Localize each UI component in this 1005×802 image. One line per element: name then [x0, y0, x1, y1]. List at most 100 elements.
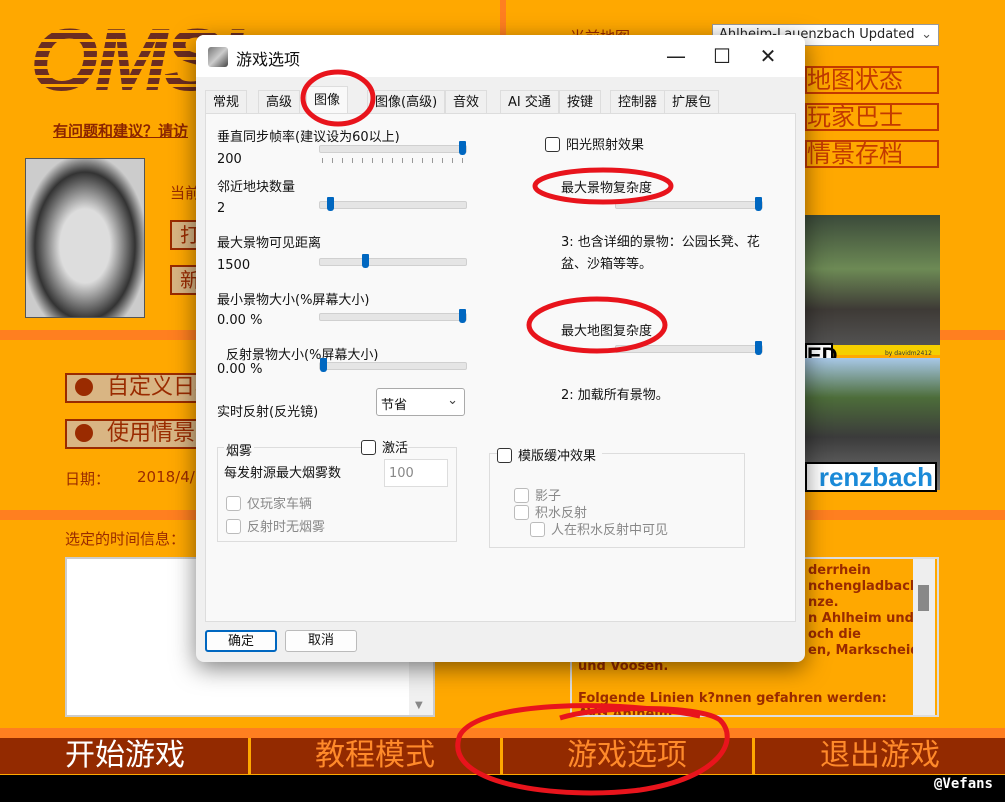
exit-game-button[interactable]: 退出游戏: [755, 738, 1005, 774]
select-value: 节省: [381, 398, 408, 413]
custom-date-option[interactable]: 自定义日期: [65, 373, 205, 403]
screenshot-text: renzbach: [805, 462, 937, 492]
object-complexity-slider[interactable]: [615, 197, 763, 211]
map-complexity-description: 2: 加载所有景物。: [561, 388, 669, 403]
option-label: 自定义日期: [107, 375, 203, 400]
reflection-size-slider[interactable]: [319, 358, 467, 372]
date-label: 日期：: [65, 470, 111, 488]
game-options-dialog: 游戏选项 — ☐ ✕ 常规 高级 图像 图像(高级) 音效 AI 交通 按键 控…: [196, 35, 805, 662]
slider-thumb[interactable]: [459, 141, 466, 155]
slider-ticks: [322, 158, 467, 163]
view-distance-label: 最大景物可见距离: [217, 236, 322, 251]
slider-thumb[interactable]: [755, 197, 762, 211]
object-complexity-description: 3: 也含详细的景物：公园长凳、花盆、沙箱等等。: [561, 235, 760, 272]
tiles-slider[interactable]: [319, 197, 467, 211]
chevron-down-icon: ⌄: [447, 393, 458, 408]
tab-addons[interactable]: 扩展包: [664, 90, 720, 113]
view-distance-slider[interactable]: [319, 254, 467, 268]
vsync-value: 200: [217, 152, 242, 167]
radio-icon: [75, 378, 93, 396]
tiles-label: 邻近地块数量: [217, 180, 296, 195]
checkbox-icon: [361, 440, 376, 455]
scrollbar[interactable]: [913, 559, 935, 715]
close-button[interactable]: ✕: [745, 41, 791, 71]
checkbox-label: 激活: [382, 441, 409, 456]
reflection-size-value: 0.00 %: [217, 362, 263, 377]
min-size-label: 最小景物大小(%屏幕大小): [217, 293, 370, 308]
stencil-checkbox[interactable]: 模版缓冲效果: [497, 445, 603, 464]
dialog-title: 游戏选项: [236, 50, 301, 69]
map-complexity-label: 最大地图复杂度: [561, 324, 653, 339]
checkbox-icon: [226, 519, 241, 534]
tab-graphics[interactable]: 图像: [306, 86, 349, 113]
app-icon: [208, 47, 228, 67]
tab-general[interactable]: 常规: [205, 90, 248, 113]
tab-keys[interactable]: 按键: [559, 90, 602, 113]
sun-effect-checkbox[interactable]: 阳光照射效果: [545, 134, 644, 153]
cancel-button[interactable]: 取消: [285, 630, 357, 652]
vsync-slider[interactable]: [319, 141, 467, 155]
object-complexity-label: 最大景物复杂度: [561, 181, 653, 196]
slider-thumb[interactable]: [755, 341, 762, 355]
checkbox-icon: [497, 448, 512, 463]
realtime-reflection-label: 实时反射(反光镜): [217, 405, 319, 420]
fog-activate-checkbox[interactable]: 激活: [361, 437, 409, 456]
use-scenario-option[interactable]: 使用情景: [65, 419, 205, 449]
min-size-value: 0.00 %: [217, 313, 263, 328]
checkbox-label: 人在积水反射中可见: [551, 523, 669, 538]
slider-thumb[interactable]: [459, 309, 466, 323]
watermark: @Vefans: [933, 776, 993, 792]
ok-button[interactable]: 确定: [205, 630, 277, 652]
radio-icon: [75, 424, 93, 442]
map-screenshot-top: [805, 215, 940, 355]
min-size-slider[interactable]: [319, 309, 467, 323]
avatar: [25, 158, 145, 318]
people-in-reflection-checkbox[interactable]: 人在积水反射中可见: [530, 519, 668, 538]
checkbox-label: 模版缓冲效果: [518, 449, 597, 464]
tab-controllers[interactable]: 控制器: [610, 90, 666, 113]
maximize-button[interactable]: ☐: [699, 41, 745, 71]
scrollbar-thumb[interactable]: [918, 585, 929, 611]
game-options-button[interactable]: 游戏选项: [502, 738, 752, 774]
view-distance-value: 1500: [217, 258, 251, 273]
tab-graphics-advanced[interactable]: 图像(高级): [367, 90, 446, 113]
tab-advanced[interactable]: 高级: [258, 90, 301, 113]
divider: [0, 728, 1005, 738]
map-status-button[interactable]: 地图状态: [805, 66, 939, 94]
slider-thumb[interactable]: [361, 254, 369, 268]
graphics-panel: 垂直同步帧率(建议设为60以上) 200 邻近地块数量 2 最大景物可见距离 1…: [205, 113, 796, 622]
checkbox-icon: [545, 137, 560, 152]
fog-title: 烟雾: [224, 440, 255, 459]
tab-ai-traffic[interactable]: AI 交通: [500, 90, 559, 113]
scenario-save-button[interactable]: 情景存档: [805, 140, 939, 168]
fog-max-label: 每发射源最大烟雾数: [224, 466, 342, 481]
checkbox-icon: [226, 496, 241, 511]
feedback-link[interactable]: 有问题和建议？请访: [53, 120, 188, 141]
tab-sound[interactable]: 音效: [445, 90, 488, 113]
time-info-label: 选定的时间信息：: [65, 530, 186, 548]
start-game-button[interactable]: 开始游戏: [0, 738, 250, 774]
map-complexity-slider[interactable]: [615, 341, 763, 355]
reflection-size-label: 反射景物大小(%屏幕大小): [226, 348, 379, 363]
date-value: 2018/4/5: [137, 468, 205, 486]
checkbox-label: 反射时无烟雾: [247, 520, 326, 535]
checkbox-icon: [514, 505, 529, 520]
slider-thumb[interactable]: [326, 197, 334, 211]
scroll-down-icon[interactable]: ▼: [415, 700, 423, 711]
player-vehicles-only-checkbox[interactable]: 仅玩家车辆: [226, 493, 312, 512]
realtime-reflection-select[interactable]: 节省 ⌄: [376, 388, 465, 416]
checkbox-label: 阳光照射效果: [566, 138, 645, 153]
info-line: AVG Ahlheim:: [578, 707, 678, 717]
option-label: 使用情景: [107, 421, 196, 446]
screenshot-credit: by davidm2412: [885, 350, 932, 357]
fog-max-input[interactable]: 100: [384, 459, 448, 487]
tiles-value: 2: [217, 201, 226, 216]
slider-thumb[interactable]: [320, 358, 327, 372]
chevron-down-icon: ⌄: [921, 27, 932, 42]
tutorial-button[interactable]: 教程模式: [250, 738, 500, 774]
player-bus-button[interactable]: 玩家巴士: [805, 103, 939, 131]
minimize-button[interactable]: —: [653, 41, 699, 71]
checkbox-label: 仅玩家车辆: [247, 497, 313, 512]
checkbox-icon: [514, 488, 529, 503]
no-fog-in-reflection-checkbox[interactable]: 反射时无烟雾: [226, 516, 325, 535]
